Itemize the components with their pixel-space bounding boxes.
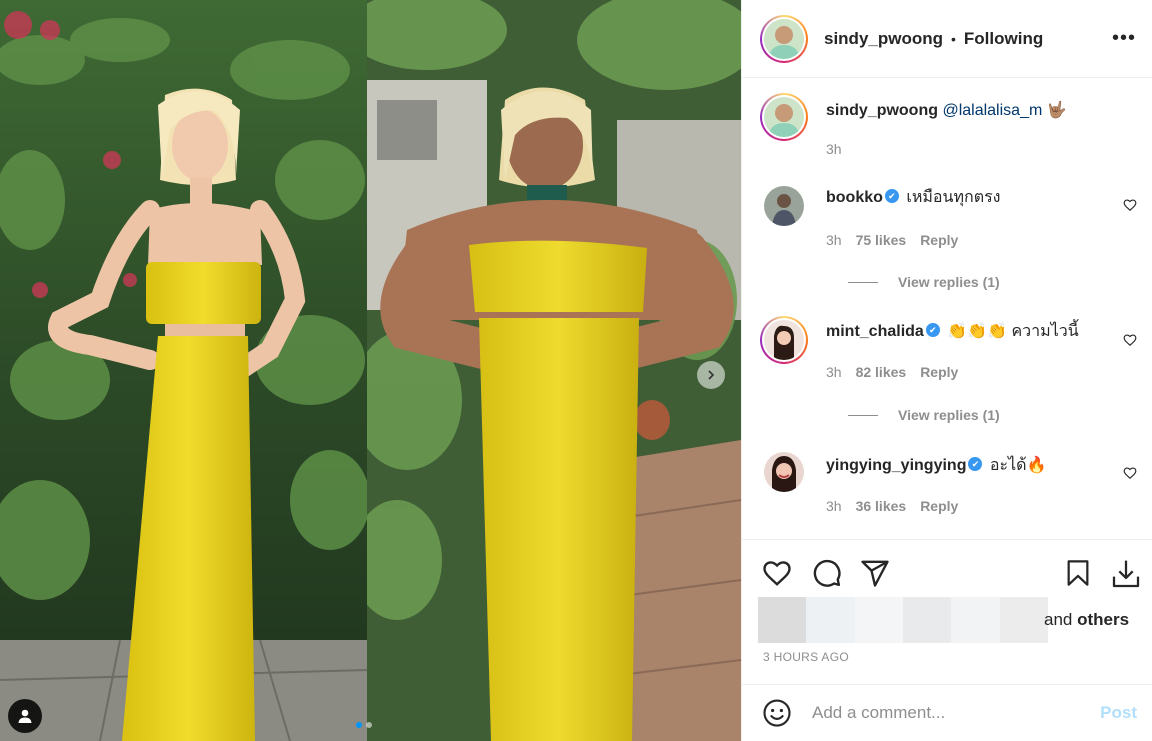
likes-prefix: and (1044, 610, 1078, 629)
comment-avatar-image (764, 452, 804, 492)
photo-right (367, 0, 741, 741)
liked-by-blurred (758, 597, 1048, 643)
post-comment-button[interactable]: Post (1100, 703, 1137, 723)
comment-avatar[interactable] (764, 186, 804, 226)
comments-list[interactable]: sindy_pwoong @lalalalisa_m 🤟🏽 3h bookko ✔… (742, 79, 1152, 539)
author-avatar[interactable] (760, 14, 808, 63)
comment-item: yingying_yingying ✔ อะได้🔥 3h 36 likes Re… (760, 452, 1137, 532)
user-tag-button[interactable] (8, 699, 42, 733)
chevron-right-icon (708, 370, 715, 380)
comment-meta: 3h 36 likes Reply (826, 498, 958, 514)
comment-username[interactable]: bookko (826, 189, 883, 206)
like-comment-heart-icon[interactable] (1123, 333, 1137, 347)
comment-text: bookko ✔ เหมือนทุกตรง (826, 188, 1107, 208)
comment-item: mint_chalida ✔ 👏👏👏 ความไวนี้ 3h 82 likes … (760, 316, 1137, 436)
replies-divider (848, 281, 878, 283)
caption-username[interactable]: sindy_pwoong (826, 102, 938, 119)
view-replies-button[interactable]: View replies (1) (848, 407, 1000, 423)
view-replies-button[interactable]: View replies (1) (848, 274, 1000, 290)
more-icon[interactable]: ••• (1112, 27, 1136, 50)
header-separator: • (951, 30, 956, 47)
comment-time: 3h (826, 498, 842, 514)
comment-likes[interactable]: 36 likes (856, 498, 907, 514)
comment-username[interactable]: yingying_yingying (826, 457, 966, 474)
post-timestamp: 3 HOURS AGO (763, 650, 849, 664)
post-actions: and others 3 HOURS AGO (742, 539, 1152, 684)
verified-icon: ✔ (925, 322, 940, 337)
reply-button[interactable]: Reply (920, 232, 958, 248)
post-header: sindy_pwoong • Following ••• (742, 0, 1152, 78)
likes-others-link[interactable]: others (1077, 610, 1129, 629)
comment-avatar[interactable] (764, 452, 804, 492)
comment-time: 3h (826, 364, 842, 380)
reply-button[interactable]: Reply (920, 364, 958, 380)
post-media[interactable] (0, 0, 741, 741)
comment-likes[interactable]: 75 likes (856, 232, 907, 248)
following-button[interactable]: Following (964, 29, 1043, 49)
view-replies-label: View replies (1) (898, 274, 1000, 290)
comment-avatar[interactable] (760, 316, 808, 364)
add-comment-bar: Post (742, 684, 1152, 741)
like-comment-heart-icon[interactable] (1123, 198, 1137, 212)
caption-meta: 3h (826, 141, 842, 157)
comment-body: เหมือนทุกตรง (906, 189, 1001, 206)
caption-emoji: 🤟🏽 (1046, 102, 1067, 119)
comment-text: yingying_yingying ✔ อะได้🔥 (826, 456, 1107, 476)
download-icon[interactable] (1110, 558, 1142, 590)
caption-avatar[interactable] (760, 93, 808, 141)
emoji-icon[interactable] (762, 698, 792, 728)
comment-input[interactable] (812, 703, 1101, 723)
caption: sindy_pwoong @lalalalisa_m 🤟🏽 3h (760, 93, 1137, 163)
photo-left (0, 0, 367, 741)
comment-avatar-image (764, 186, 804, 226)
share-icon[interactable] (860, 558, 890, 588)
user-tag-icon (18, 709, 32, 723)
carousel-dot-1 (356, 722, 362, 728)
carousel-dots (356, 722, 372, 728)
action-icons (762, 558, 1143, 592)
caption-mention[interactable]: @lalalalisa_m (942, 102, 1042, 119)
comment-item: bookko ✔ เหมือนทุกตรง 3h 75 likes Reply V… (760, 186, 1137, 306)
view-replies-label: View replies (1) (898, 407, 1000, 423)
carousel-dot-2 (366, 722, 372, 728)
likes-summary: and others (758, 597, 1138, 643)
comment-avatar-image (764, 320, 804, 360)
verified-icon: ✔ (884, 188, 899, 203)
comment-icon[interactable] (812, 558, 842, 588)
next-photo-button[interactable] (697, 361, 725, 389)
comment-likes[interactable]: 82 likes (856, 364, 907, 380)
comment-time: 3h (826, 232, 842, 248)
replies-divider (848, 414, 878, 416)
caption-time: 3h (826, 141, 842, 157)
comment-meta: 3h 75 likes Reply (826, 232, 958, 248)
comment-text: mint_chalida ✔ 👏👏👏 ความไวนี้ (826, 322, 1107, 342)
post-side-panel: sindy_pwoong • Following ••• sindy_pwoon… (741, 0, 1152, 741)
likes-text: and others (1044, 610, 1129, 630)
caption-text: sindy_pwoong @lalalalisa_m 🤟🏽 (826, 101, 1107, 121)
caption-avatar-image (764, 97, 804, 137)
author-username[interactable]: sindy_pwoong (824, 29, 943, 49)
comment-meta: 3h 82 likes Reply (826, 364, 958, 380)
author-avatar-image (764, 18, 804, 59)
comment-body: 👏👏👏 ความไวนี้ (947, 323, 1079, 340)
bookmark-icon[interactable] (1064, 558, 1092, 588)
like-comment-heart-icon[interactable] (1123, 466, 1137, 480)
verified-icon: ✔ (968, 456, 983, 471)
reply-button[interactable]: Reply (920, 498, 958, 514)
comment-username[interactable]: mint_chalida (826, 323, 924, 340)
heart-icon[interactable] (762, 558, 792, 588)
comment-body: อะได้🔥 (989, 457, 1047, 474)
